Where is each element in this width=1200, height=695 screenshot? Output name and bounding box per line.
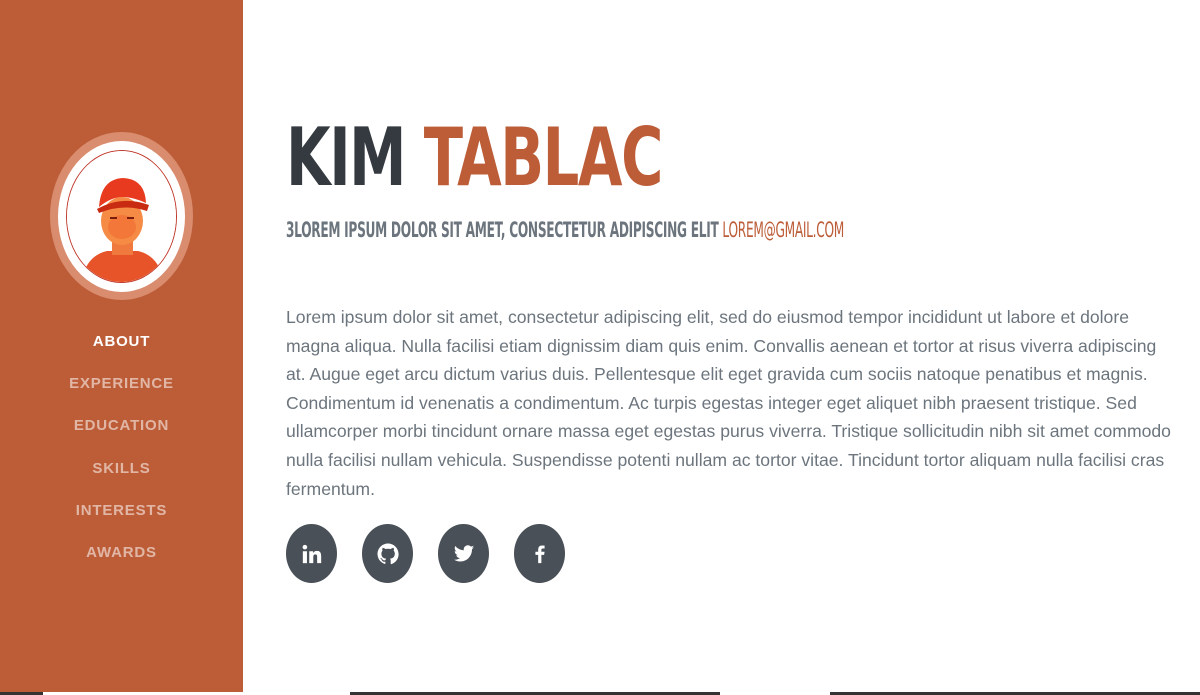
- last-name: TABLAC: [423, 111, 664, 204]
- page-title: KIM TABLAC: [286, 118, 663, 198]
- first-name: KIM: [286, 111, 407, 204]
- about-paragraph: Lorem ipsum dolor sit amet, consectetur …: [286, 307, 1171, 499]
- nav-item-awards[interactable]: AWARDS: [0, 531, 243, 573]
- github-icon: [377, 543, 399, 564]
- linkedin-button[interactable]: [286, 524, 337, 583]
- subheading: 3LOREM IPSUM DOLOR SIT AMET, CONSECTETUR…: [286, 218, 844, 242]
- sidebar-nav: ABOUT EXPERIENCE EDUCATION SKILLS INTERE…: [0, 320, 243, 574]
- social-links: [286, 524, 565, 583]
- profile-photo: [67, 151, 176, 282]
- subheading-text: 3LOREM IPSUM DOLOR SIT AMET, CONSECTETUR…: [286, 218, 719, 242]
- nav-item-skills[interactable]: SKILLS: [0, 447, 243, 489]
- email-link[interactable]: LOREM@GMAIL.COM: [722, 218, 844, 242]
- sidebar: ABOUT EXPERIENCE EDUCATION SKILLS INTERE…: [0, 0, 243, 695]
- nav-item-education[interactable]: EDUCATION: [0, 405, 243, 447]
- nav-item-interests[interactable]: INTERESTS: [0, 489, 243, 531]
- nav-item-about[interactable]: ABOUT: [0, 320, 243, 362]
- linkedin-icon: [302, 544, 321, 563]
- twitter-button[interactable]: [438, 524, 489, 583]
- facebook-icon: [534, 544, 545, 563]
- avatar: [66, 150, 177, 283]
- github-button[interactable]: [362, 524, 413, 583]
- twitter-icon: [453, 544, 474, 562]
- nav-item-experience[interactable]: EXPERIENCE: [0, 362, 243, 404]
- facebook-button[interactable]: [514, 524, 565, 583]
